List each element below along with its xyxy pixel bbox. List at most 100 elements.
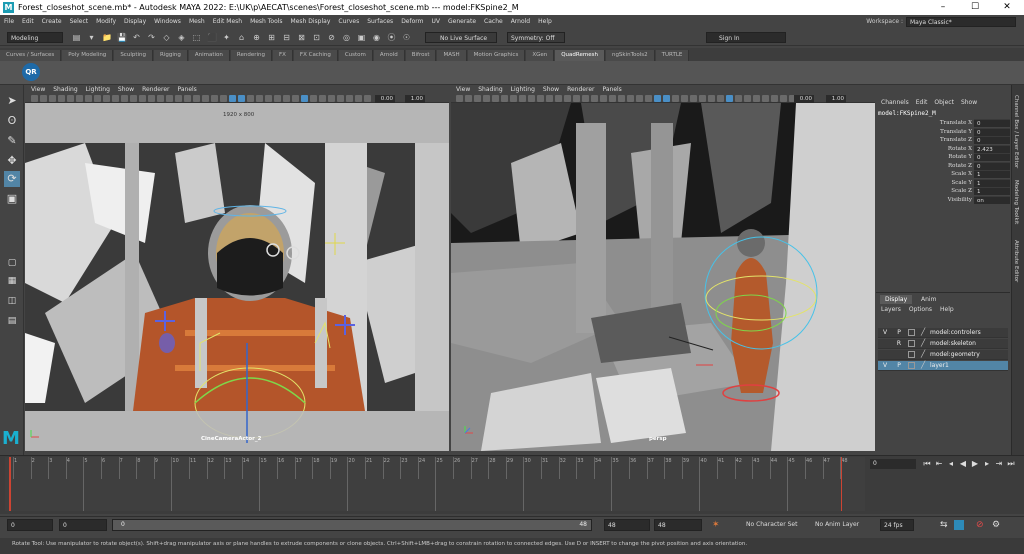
viewport-left-menu-view[interactable]: View [31, 86, 45, 93]
go-to-end-icon[interactable]: ⏭ [1006, 459, 1016, 469]
viewport-toolbar-32-icon[interactable] [319, 95, 326, 102]
layer-menu-help[interactable]: Help [940, 306, 954, 313]
viewport-toolbar-4-icon[interactable] [67, 95, 74, 102]
shelf-tab-turtle[interactable]: TURTLE [655, 50, 690, 61]
viewport-toolbar-0-icon[interactable] [31, 95, 38, 102]
channel-label[interactable]: Scale Y [951, 179, 972, 187]
status-tool-16-icon[interactable]: ⊡ [312, 33, 321, 42]
viewport-toolbar-30-icon[interactable] [301, 95, 308, 102]
viewport-toolbar-24-icon[interactable] [672, 95, 679, 102]
lasso-tool-icon[interactable]: ʘ [4, 113, 20, 129]
channel-value-field[interactable]: on [974, 195, 1010, 204]
preferences-icon[interactable]: ⚙ [992, 519, 1000, 531]
viewport-toolbar-0-icon[interactable] [456, 95, 463, 102]
viewport-right-menu-panels[interactable]: Panels [602, 86, 621, 93]
channel-label[interactable]: Translate Y [940, 128, 972, 136]
menu-curves[interactable]: Curves [334, 18, 363, 25]
viewport-left-menu-panels[interactable]: Panels [177, 86, 196, 93]
modeling-toolkit-tab[interactable]: Modeling Toolkit [1013, 180, 1019, 224]
viewport-toolbar-2-icon[interactable] [474, 95, 481, 102]
viewport-toolbar-28-icon[interactable] [283, 95, 290, 102]
menu-edit-mesh[interactable]: Edit Mesh [209, 18, 246, 25]
viewport-toolbar-18-icon[interactable] [618, 95, 625, 102]
menu-select[interactable]: Select [66, 18, 93, 25]
left-near-clip-field[interactable]: 0.00 [375, 95, 395, 103]
status-tool-14-icon[interactable]: ⊟ [282, 33, 291, 42]
viewport-toolbar-30-icon[interactable] [726, 95, 733, 102]
step-forward-frame-icon[interactable]: ▸ [982, 459, 992, 469]
character-set-dropdown[interactable]: No Character Set [746, 519, 806, 531]
status-tool-22-icon[interactable]: ☉ [402, 33, 411, 42]
shelf-tab-rigging[interactable]: Rigging [154, 50, 188, 61]
viewport-toolbar-2-icon[interactable] [49, 95, 56, 102]
scale-tool-icon[interactable]: ▣ [4, 191, 20, 207]
menu-windows[interactable]: Windows [150, 18, 185, 25]
status-tool-5-icon[interactable]: ↷ [147, 33, 156, 42]
viewport-toolbar-14-icon[interactable] [157, 95, 164, 102]
shelf-tab-fx[interactable]: FX [272, 50, 293, 61]
viewport-toolbar-33-icon[interactable] [328, 95, 335, 102]
quadremesh-button[interactable]: QR [22, 63, 40, 81]
viewport-toolbar-6-icon[interactable] [510, 95, 517, 102]
viewport-toolbar-25-icon[interactable] [256, 95, 263, 102]
viewport-toolbar-7-icon[interactable] [94, 95, 101, 102]
time-slider[interactable]: 1 2 3 4 5 6 7 8 9 10 11 12 13 14 15 16 17 18 19 20 21 22 23 24 2… [5, 457, 865, 511]
viewport-toolbar-28-icon[interactable] [708, 95, 715, 102]
menu-set-dropdown[interactable]: Modeling [7, 32, 63, 43]
viewport-toolbar-22-icon[interactable] [229, 95, 236, 102]
step-forward-key-icon[interactable]: ⇥ [994, 459, 1004, 469]
viewport-toolbar-17-icon[interactable] [609, 95, 616, 102]
left-viewport[interactable]: 1920 x 800 CineCameraActor_2 [25, 103, 449, 451]
layer-menu-layers[interactable]: Layers [881, 306, 901, 313]
menu-mesh-display[interactable]: Mesh Display [287, 18, 335, 25]
viewport-right-menu-view[interactable]: View [456, 86, 470, 93]
channel-menu-show[interactable]: Show [961, 99, 977, 106]
menu-edit[interactable]: Edit [18, 18, 38, 25]
viewport-left-menu-renderer[interactable]: Renderer [142, 86, 169, 93]
viewport-toolbar-13-icon[interactable] [573, 95, 580, 102]
channel-value-field[interactable]: 1 [974, 187, 1010, 195]
menu-mesh-tools[interactable]: Mesh Tools [246, 18, 286, 25]
status-tool-15-icon[interactable]: ⊠ [297, 33, 306, 42]
start-time-field[interactable]: 0 [7, 519, 53, 531]
menu-display[interactable]: Display [120, 18, 150, 25]
status-tool-11-icon[interactable]: ⌂ [237, 33, 246, 42]
viewport-toolbar-36-icon[interactable] [355, 95, 362, 102]
viewport-right-menu-renderer[interactable]: Renderer [567, 86, 594, 93]
channel-label[interactable]: Scale Z [951, 187, 972, 195]
layer-color-swatch[interactable] [908, 340, 915, 347]
status-tool-0-icon[interactable]: ▤ [72, 33, 81, 42]
viewport-toolbar-26-icon[interactable] [265, 95, 272, 102]
menu-cache[interactable]: Cache [480, 18, 507, 25]
anim-layer-dropdown[interactable]: No Anim Layer [815, 519, 875, 531]
viewport-toolbar-19-icon[interactable] [202, 95, 209, 102]
channel-box-tab[interactable]: Channel Box / Layer Editor [1013, 95, 1019, 168]
shelf-tab-ngskintools2[interactable]: ngSkinTools2 [605, 50, 655, 61]
anim-layers-tab[interactable]: Anim [916, 295, 941, 304]
layer-row[interactable]: V P ╱ layer1 [878, 361, 1008, 371]
viewport-toolbar-24-icon[interactable] [247, 95, 254, 102]
layer-visibility-toggle[interactable] [881, 339, 889, 349]
channel-label[interactable]: Translate Z [940, 136, 972, 144]
status-tool-17-icon[interactable]: ⊘ [327, 33, 336, 42]
viewport-toolbar-25-icon[interactable] [681, 95, 688, 102]
menu-surfaces[interactable]: Surfaces [363, 18, 397, 25]
shelf-tab-custom[interactable]: Custom [338, 50, 373, 61]
channel-menu-edit[interactable]: Edit [916, 99, 928, 106]
status-tool-12-icon[interactable]: ⊕ [252, 33, 261, 42]
anim-end-field[interactable]: 48 [654, 519, 702, 531]
menu-uv[interactable]: UV [428, 18, 445, 25]
viewport-toolbar-3-icon[interactable] [58, 95, 65, 102]
channel-label[interactable]: Translate X [940, 119, 972, 127]
single-layout-icon[interactable]: ▢ [4, 255, 20, 271]
layer-row[interactable]: R ╱ model:skeleton [878, 339, 1008, 349]
play-backward-icon[interactable]: ◀ [958, 459, 968, 469]
shelf-tab-quadremesh[interactable]: QuadRemesh [555, 50, 605, 61]
viewport-left-menu-show[interactable]: Show [118, 86, 134, 93]
channel-value-field[interactable]: 1 [974, 170, 1010, 178]
viewport-toolbar-17-icon[interactable] [184, 95, 191, 102]
go-to-start-icon[interactable]: ⏮ [922, 459, 932, 469]
channel-label[interactable]: Visibility [948, 196, 972, 204]
viewport-toolbar-35-icon[interactable] [771, 95, 778, 102]
shelf-tab-animation[interactable]: Animation [188, 50, 230, 61]
